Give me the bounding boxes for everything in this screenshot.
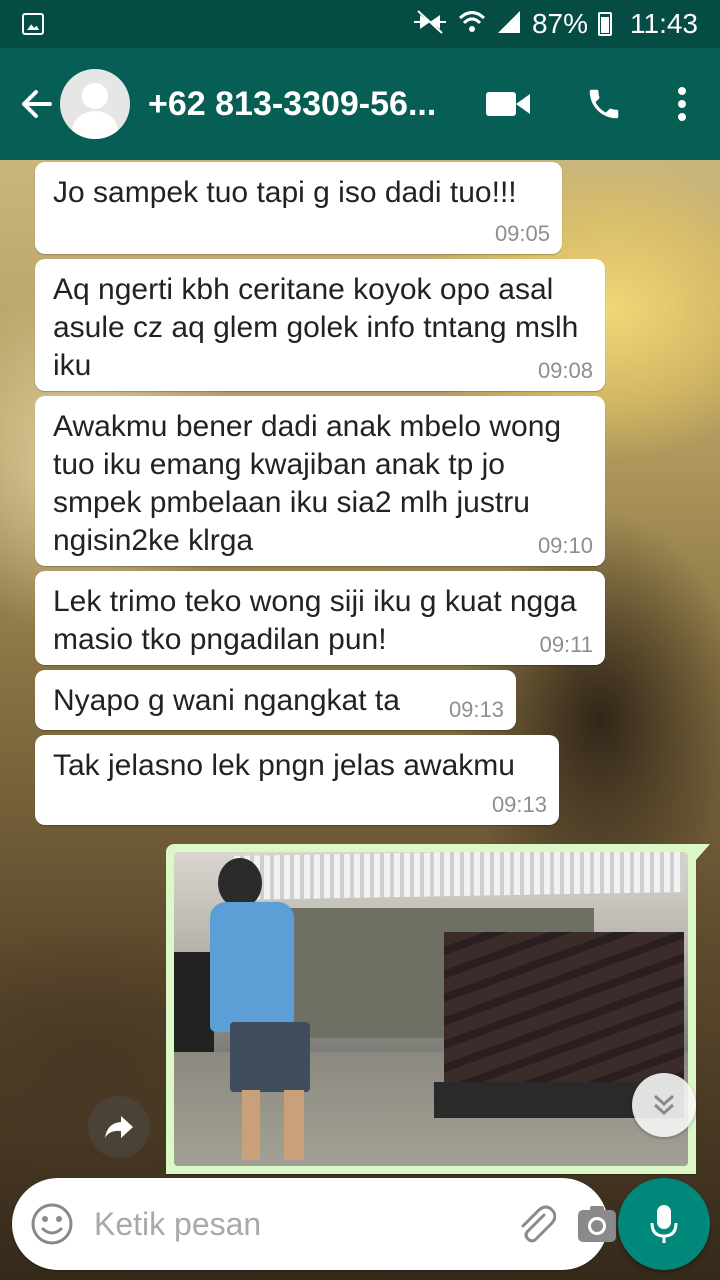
back-button[interactable] (12, 74, 60, 134)
message-text: Lek trimo teko wong siji iku g kuat ngga… (53, 585, 577, 656)
phone-icon (589, 89, 619, 119)
scroll-to-bottom-button[interactable] (632, 1073, 696, 1137)
clock: 11:43 (630, 8, 698, 39)
avatar[interactable] (60, 69, 130, 139)
message-input[interactable] (94, 1205, 514, 1243)
message-text: Nyapo g wani ngangkat ta (53, 684, 400, 717)
message-text: Jo sampek tuo tapi g iso dadi tuo!!! (53, 176, 517, 209)
message-bubble[interactable]: Aq ngerti kbh ceritane koyok opo asal as… (35, 259, 605, 391)
more-options-button[interactable] (652, 68, 712, 140)
attach-button[interactable] (514, 1193, 556, 1255)
video-call-button[interactable] (460, 68, 556, 140)
attach-icon (521, 1205, 556, 1243)
message-bubble[interactable]: Nyapo g wani ngangkat ta 09:13 (35, 670, 516, 730)
message-text: Aq ngerti kbh ceritane koyok opo asal as… (53, 273, 579, 382)
more-vert-icon (678, 87, 686, 121)
message-bubble[interactable]: Awakmu bener dadi anak mbelo wong tuo ik… (35, 396, 605, 566)
gallery-icon (22, 13, 44, 35)
message-text: Awakmu bener dadi anak mbelo wong tuo ik… (53, 410, 562, 557)
message-list[interactable]: Jo sampek tuo tapi g iso dadi tuo!!! 09:… (0, 160, 720, 1174)
status-bar: 87% 11:43 (0, 0, 720, 48)
message-bubble[interactable]: Tak jelasno lek pngn jelas awakmu 09:13 (35, 735, 559, 825)
double-chevron-down-icon (654, 1094, 674, 1116)
message-time: 09:11 (539, 632, 593, 657)
video-call-icon (486, 92, 530, 116)
wifi-icon (458, 9, 486, 40)
photo[interactable] (174, 852, 688, 1166)
battery-percent: 87% (531, 8, 588, 39)
forward-button[interactable] (88, 1096, 150, 1158)
message-time: 09:13 (448, 697, 504, 722)
message-bubble[interactable]: Jo sampek tuo tapi g iso dadi tuo!!! 09:… (35, 162, 562, 254)
chat-header: +62 813-3309-56... (0, 48, 720, 160)
voice-call-button[interactable] (556, 68, 652, 140)
message-bubble[interactable]: Lek trimo teko wong siji iku g kuat ngga… (35, 571, 605, 665)
message-time: 09:08 (537, 358, 593, 383)
mic-icon (650, 1205, 678, 1243)
emoji-button[interactable] (30, 1200, 74, 1248)
message-time: 09:10 (537, 533, 593, 558)
camera-button[interactable] (576, 1193, 618, 1255)
signal-icon (496, 9, 522, 40)
message-time: 09:13 (491, 792, 547, 817)
emoji-icon (31, 1203, 73, 1245)
back-arrow-icon (22, 90, 52, 118)
forward-icon (105, 1116, 133, 1138)
image-message[interactable] (166, 844, 710, 1174)
contact-name[interactable]: +62 813-3309-56... (148, 85, 448, 124)
battery-icon (598, 12, 612, 36)
mute-icon (412, 9, 448, 40)
camera-icon (578, 1206, 616, 1242)
voice-message-button[interactable] (618, 1178, 710, 1270)
message-time: 09:05 (494, 221, 550, 246)
compose-bar (12, 1178, 616, 1270)
message-text: Tak jelasno lek pngn jelas awakmu (53, 749, 515, 782)
